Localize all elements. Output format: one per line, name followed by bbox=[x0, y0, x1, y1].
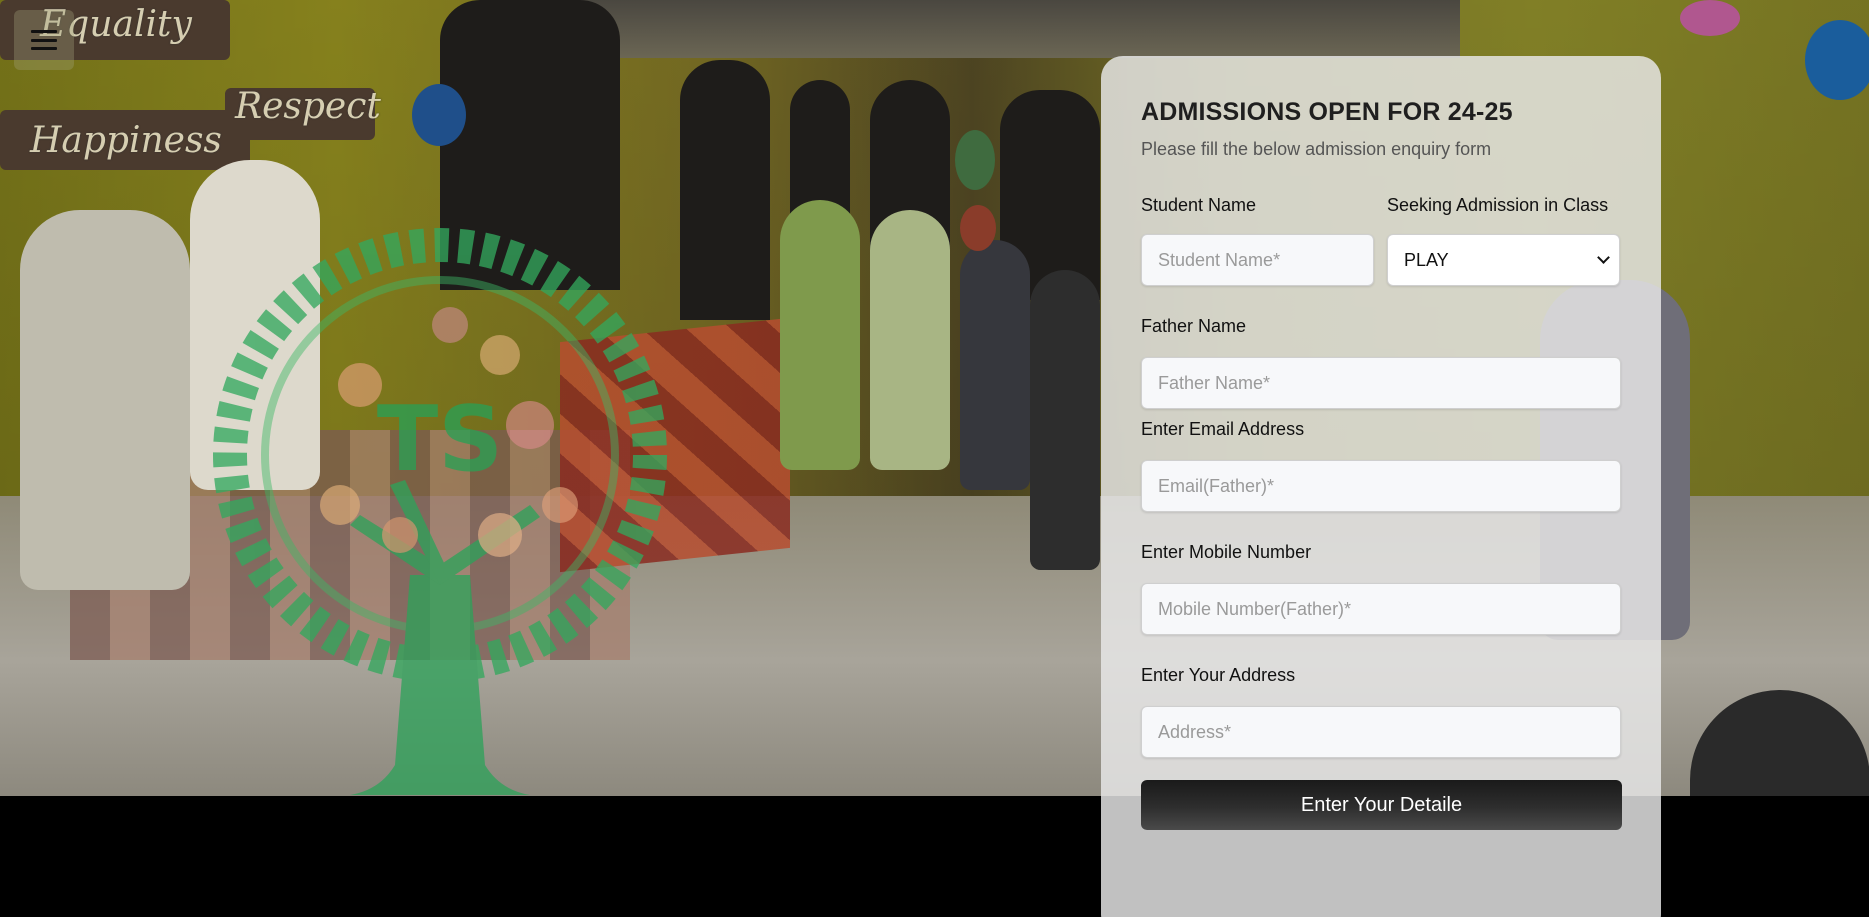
email-label: Enter Email Address bbox=[1141, 419, 1305, 439]
father-name-input[interactable] bbox=[1141, 357, 1621, 409]
person bbox=[1030, 270, 1100, 570]
address-group: Enter Your Address bbox=[1141, 665, 1621, 758]
class-select[interactable]: PLAY bbox=[1387, 234, 1620, 286]
person bbox=[20, 210, 190, 590]
person bbox=[870, 210, 950, 470]
father-name-group: Father Name bbox=[1141, 316, 1621, 409]
hamburger-menu-icon bbox=[31, 30, 57, 50]
balloon bbox=[412, 84, 466, 146]
doorway bbox=[680, 60, 770, 320]
wall-word: Respect bbox=[235, 86, 381, 127]
mobile-label: Enter Mobile Number bbox=[1141, 542, 1312, 562]
wall-word: Happiness bbox=[30, 120, 222, 161]
email-group: Enter Email Address bbox=[1141, 419, 1621, 512]
class-group: Seeking Admission in Class PLAY bbox=[1387, 195, 1620, 286]
student-class-row: Student Name Seeking Admission in Class … bbox=[1141, 195, 1621, 286]
submit-button[interactable]: Enter Your Detaile bbox=[1141, 780, 1622, 830]
student-name-label: Student Name bbox=[1141, 195, 1257, 215]
school-logo: TS bbox=[213, 228, 667, 795]
address-label: Enter Your Address bbox=[1141, 665, 1296, 685]
form-title: ADMISSIONS OPEN FOR 24-25 bbox=[1141, 98, 1513, 126]
father-name-label: Father Name bbox=[1141, 316, 1247, 336]
ceiling bbox=[560, 0, 1460, 58]
email-input[interactable] bbox=[1141, 460, 1621, 512]
student-name-input[interactable] bbox=[1141, 234, 1374, 286]
mobile-group: Enter Mobile Number bbox=[1141, 542, 1621, 635]
class-select-wrap: PLAY bbox=[1387, 234, 1620, 286]
person bbox=[780, 200, 860, 470]
balloon bbox=[1805, 20, 1869, 100]
person bbox=[960, 240, 1030, 490]
balloon bbox=[1680, 0, 1740, 36]
logo-text: TS bbox=[377, 387, 503, 492]
student-name-group: Student Name bbox=[1141, 195, 1374, 286]
balloon bbox=[960, 205, 996, 251]
mobile-input[interactable] bbox=[1141, 583, 1621, 635]
form-subtitle: Please fill the below admission enquiry … bbox=[1141, 139, 1492, 159]
class-label: Seeking Admission in Class bbox=[1387, 195, 1609, 215]
address-input[interactable] bbox=[1141, 706, 1621, 758]
page: Equality Respect Happiness TS ADMISSIONS… bbox=[0, 0, 1869, 917]
balloon bbox=[955, 130, 995, 190]
admission-form-card: ADMISSIONS OPEN FOR 24-25 Please fill th… bbox=[1101, 56, 1661, 917]
menu-button[interactable] bbox=[14, 10, 74, 70]
